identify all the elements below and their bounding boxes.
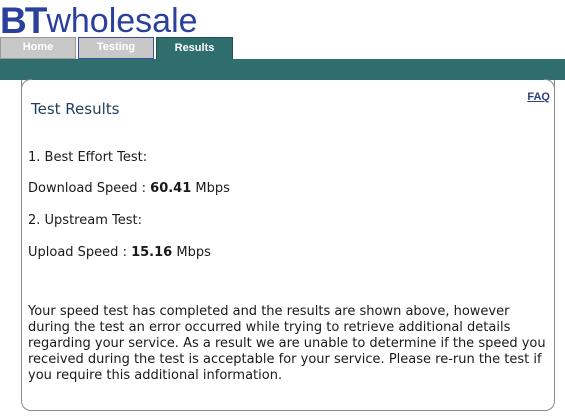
download-speed-unit: Mbps: [195, 181, 230, 196]
panel-corner-right: [544, 79, 555, 90]
faq-link[interactable]: FAQ: [527, 91, 550, 103]
nav-bar: [0, 59, 565, 80]
download-speed-value: 60.41: [150, 181, 192, 196]
tab-home[interactable]: Home: [0, 37, 76, 59]
tab-testing[interactable]: Testing: [78, 37, 154, 59]
download-speed-label: Download Speed :: [28, 181, 147, 196]
page: BTwholesale Home Testing Results FAQ Tes…: [0, 0, 565, 417]
logo-product: wholesale: [46, 2, 198, 40]
upload-speed-value: 15.16: [131, 245, 173, 260]
test-results-panel: FAQ Test Results 1. Best Effort Test: Do…: [21, 79, 555, 411]
panel-corner-left: [21, 79, 32, 90]
page-title: Test Results: [31, 100, 120, 118]
upload-speed-row: Upload Speed : 15.16 Mbps: [28, 245, 211, 260]
tab-results[interactable]: Results: [156, 37, 233, 60]
bt-wholesale-logo: BTwholesale: [0, 2, 198, 40]
upstream-heading: 2. Upstream Test:: [28, 213, 142, 228]
result-message: Your speed test has completed and the re…: [28, 304, 546, 383]
download-speed-row: Download Speed : 60.41 Mbps: [28, 181, 230, 196]
best-effort-heading: 1. Best Effort Test:: [28, 150, 148, 165]
upload-speed-unit: Mbps: [176, 245, 211, 260]
logo-brand: BT: [0, 0, 47, 41]
upload-speed-label: Upload Speed :: [28, 245, 127, 260]
